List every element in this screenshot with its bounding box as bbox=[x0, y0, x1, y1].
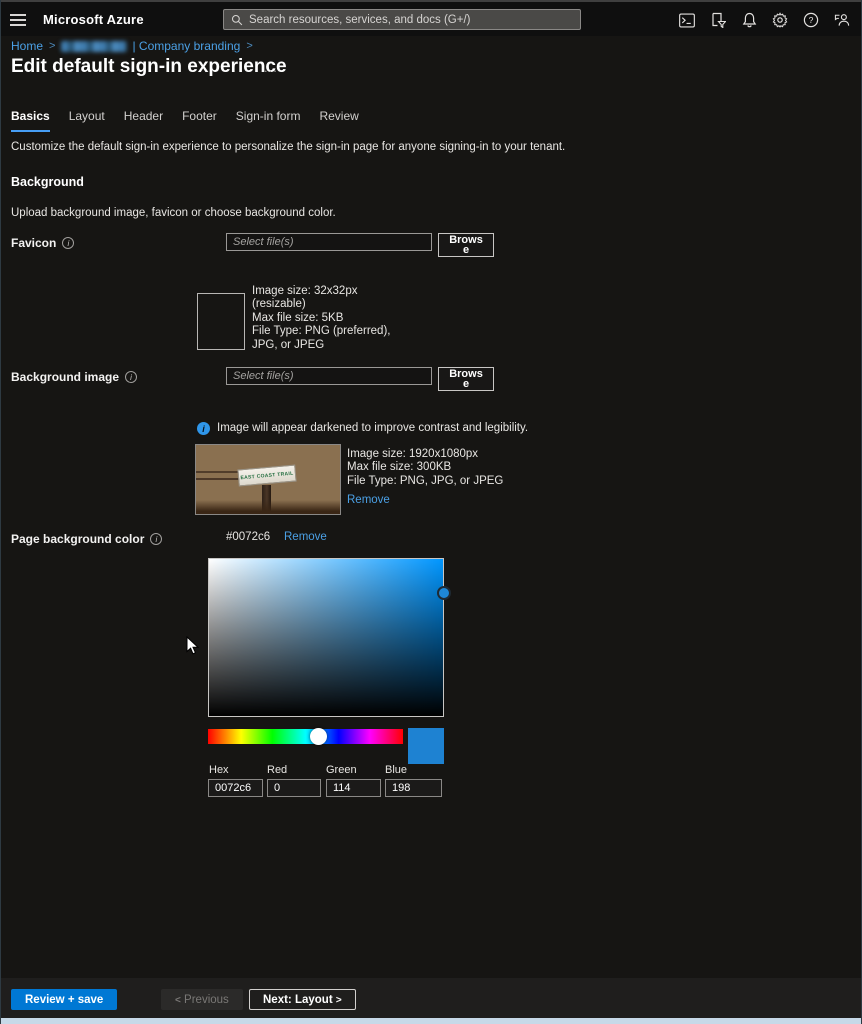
saturation-value-picker[interactable] bbox=[208, 558, 444, 717]
more-options-ellipsis[interactable]: ... bbox=[264, 60, 278, 75]
page-background-color-remove-link[interactable]: Remove bbox=[284, 531, 327, 543]
blue-label: Blue bbox=[385, 764, 407, 776]
topbar-icon-row: ? bbox=[679, 11, 850, 29]
breadcrumb-separator: > bbox=[49, 40, 55, 52]
svg-text:?: ? bbox=[809, 15, 814, 25]
redacted-tenant-name bbox=[61, 41, 127, 52]
intro-text: Customize the default sign-in experience… bbox=[11, 141, 565, 153]
background-image-requirements: Image size: 1920x1080px Max file size: 3… bbox=[347, 448, 503, 488]
green-label: Green bbox=[326, 764, 357, 776]
favicon-preview-box bbox=[197, 293, 245, 350]
hex-label: Hex bbox=[209, 764, 229, 776]
background-image-file-input[interactable] bbox=[226, 367, 432, 385]
page-title: Edit default sign-in experience bbox=[11, 56, 287, 78]
tab-footer[interactable]: Footer bbox=[182, 109, 217, 132]
hue-slider[interactable] bbox=[208, 729, 403, 744]
chevron-left-icon: < bbox=[175, 995, 181, 1006]
background-section-heading: Background bbox=[11, 175, 84, 189]
hue-slider-handle[interactable] bbox=[310, 728, 327, 745]
tab-header[interactable]: Header bbox=[124, 109, 163, 132]
help-icon[interactable]: ? bbox=[803, 11, 819, 29]
background-image-thumbnail: EAST COAST TRAIL bbox=[195, 444, 341, 515]
feedback-account-icon[interactable] bbox=[834, 11, 850, 29]
footer-action-bar: Review + save < Previous Next: Layout > bbox=[1, 978, 862, 1018]
review-save-button[interactable]: Review + save bbox=[11, 989, 117, 1010]
page-background-color-label: Page background color bbox=[11, 532, 162, 546]
favicon-requirements: Image size: 32x32px (resizable) Max file… bbox=[252, 285, 390, 352]
page-background-color-value: #0072c6 bbox=[226, 531, 270, 543]
red-label: Red bbox=[267, 764, 287, 776]
background-image-browse-button[interactable]: Browse bbox=[438, 367, 494, 391]
breadcrumb-company-branding-label: | Company branding bbox=[132, 39, 240, 53]
thumbnail-trail-sign: EAST COAST TRAIL bbox=[237, 465, 296, 487]
info-icon[interactable] bbox=[62, 237, 74, 249]
darkened-image-notice: i Image will appear darkened to improve … bbox=[197, 422, 528, 435]
notifications-bell-icon[interactable] bbox=[741, 11, 757, 29]
settings-gear-icon[interactable] bbox=[772, 11, 788, 29]
cloud-shell-icon[interactable] bbox=[679, 11, 695, 29]
tab-bar: Basics Layout Header Footer Sign-in form… bbox=[11, 109, 359, 132]
favicon-file-input[interactable] bbox=[226, 233, 432, 251]
breadcrumb: Home > | Company branding > bbox=[11, 38, 253, 54]
next-layout-button[interactable]: Next: Layout > bbox=[249, 989, 356, 1010]
green-input[interactable] bbox=[326, 779, 381, 797]
background-section-description: Upload background image, favicon or choo… bbox=[11, 207, 336, 219]
saturation-value-handle[interactable] bbox=[437, 586, 451, 600]
selected-color-swatch bbox=[408, 728, 444, 764]
directories-subscriptions-filter-icon[interactable] bbox=[710, 11, 726, 29]
tab-basics[interactable]: Basics bbox=[11, 109, 50, 132]
mouse-cursor bbox=[186, 636, 199, 655]
search-icon bbox=[231, 14, 243, 26]
window-bottom-edge bbox=[1, 1018, 862, 1024]
tab-sign-in-form[interactable]: Sign-in form bbox=[236, 109, 301, 132]
global-search[interactable] bbox=[223, 9, 581, 30]
hex-input[interactable] bbox=[208, 779, 263, 797]
azure-portal-window: Microsoft Azure bbox=[0, 0, 862, 1024]
thumbnail-grass bbox=[196, 500, 340, 514]
info-icon[interactable] bbox=[125, 371, 137, 383]
breadcrumb-separator: > bbox=[246, 40, 252, 52]
top-bar: Microsoft Azure bbox=[1, 0, 862, 36]
favicon-browse-button[interactable]: Browse bbox=[438, 233, 494, 257]
info-filled-icon: i bbox=[197, 422, 210, 435]
background-image-label: Background image bbox=[11, 370, 137, 384]
info-icon[interactable] bbox=[150, 533, 162, 545]
brand-title[interactable]: Microsoft Azure bbox=[43, 12, 144, 27]
chevron-right-icon: > bbox=[336, 995, 342, 1006]
favicon-label: Favicon bbox=[11, 236, 74, 250]
search-input[interactable] bbox=[249, 14, 573, 26]
tab-layout[interactable]: Layout bbox=[69, 109, 105, 132]
previous-button[interactable]: < Previous bbox=[161, 989, 243, 1010]
breadcrumb-home-link[interactable]: Home bbox=[11, 39, 43, 53]
hamburger-menu-icon[interactable] bbox=[9, 12, 27, 28]
breadcrumb-company-branding-link[interactable]: | Company branding bbox=[61, 39, 240, 53]
tab-review[interactable]: Review bbox=[319, 109, 358, 132]
red-input[interactable] bbox=[267, 779, 321, 797]
background-image-remove-link[interactable]: Remove bbox=[347, 494, 390, 506]
blue-input[interactable] bbox=[385, 779, 442, 797]
